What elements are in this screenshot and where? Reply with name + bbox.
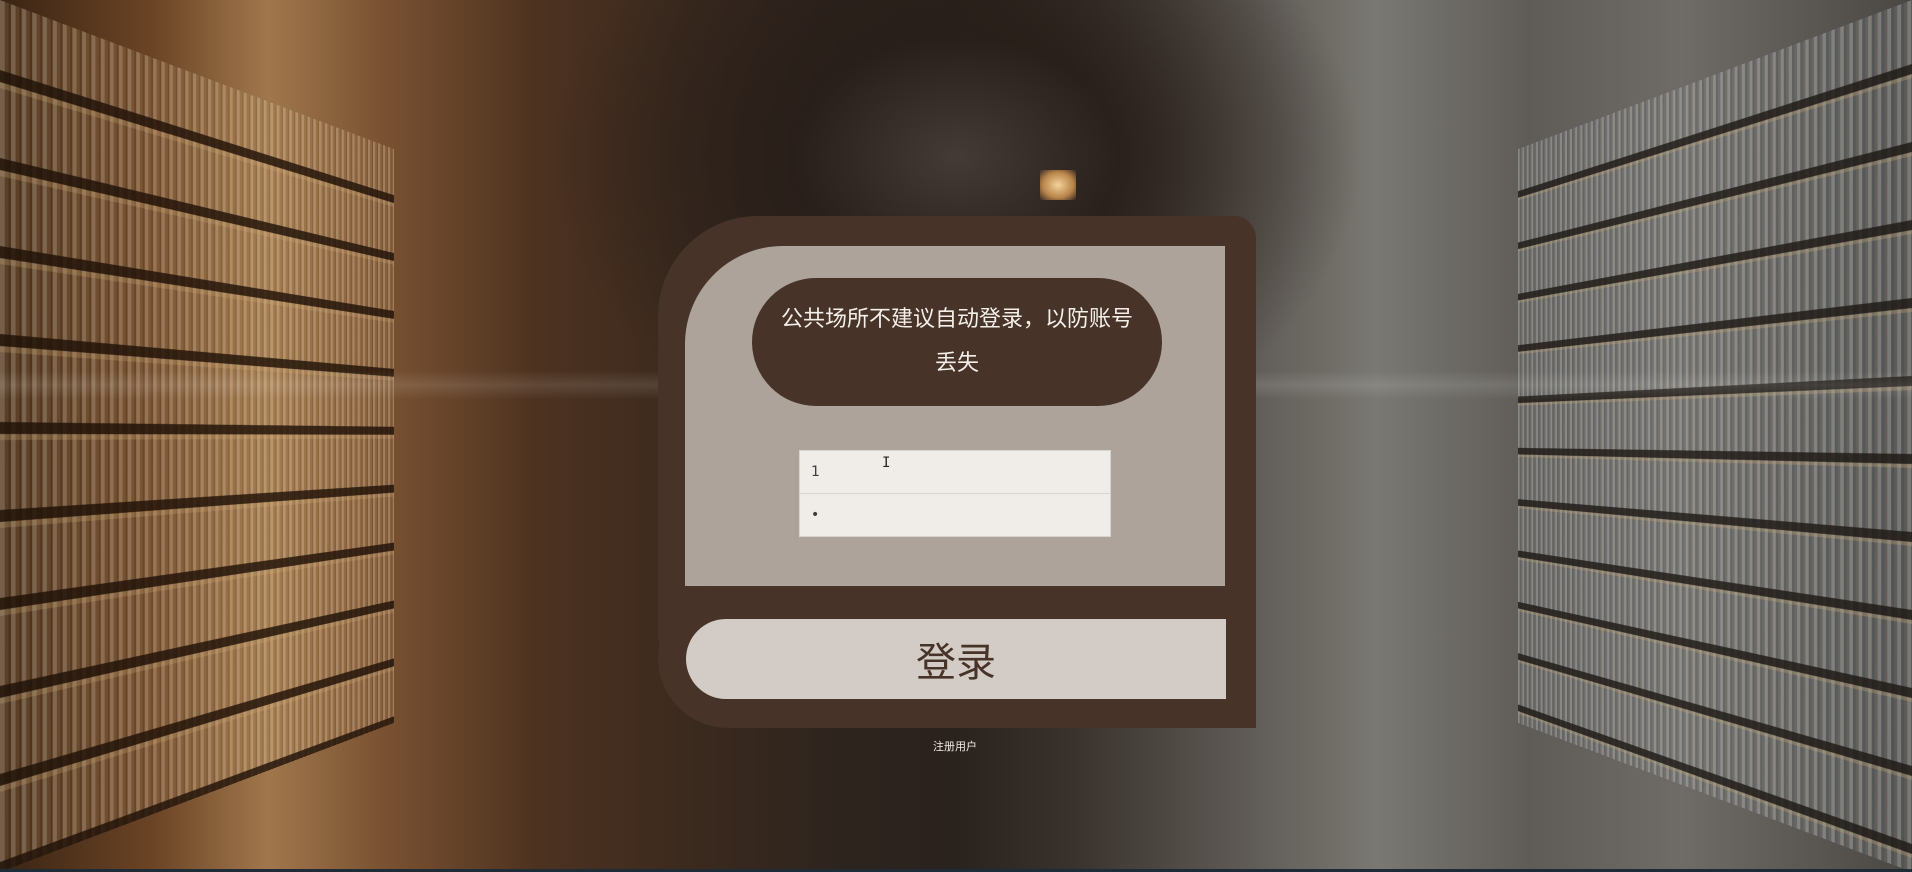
security-notice-text: 公共场所不建议自动登录，以防账号丢失 — [780, 307, 1133, 376]
right-bookshelves — [1517, 0, 1912, 872]
left-bookshelves — [0, 0, 395, 872]
username-input[interactable] — [799, 450, 1111, 494]
ceiling-lamp — [1040, 170, 1076, 200]
security-notice: 公共场所不建议自动登录，以防账号丢失 — [752, 278, 1162, 406]
login-button[interactable]: 登录 — [686, 619, 1226, 699]
password-input[interactable] — [799, 493, 1111, 537]
register-link[interactable]: 注册用户 — [920, 738, 990, 754]
